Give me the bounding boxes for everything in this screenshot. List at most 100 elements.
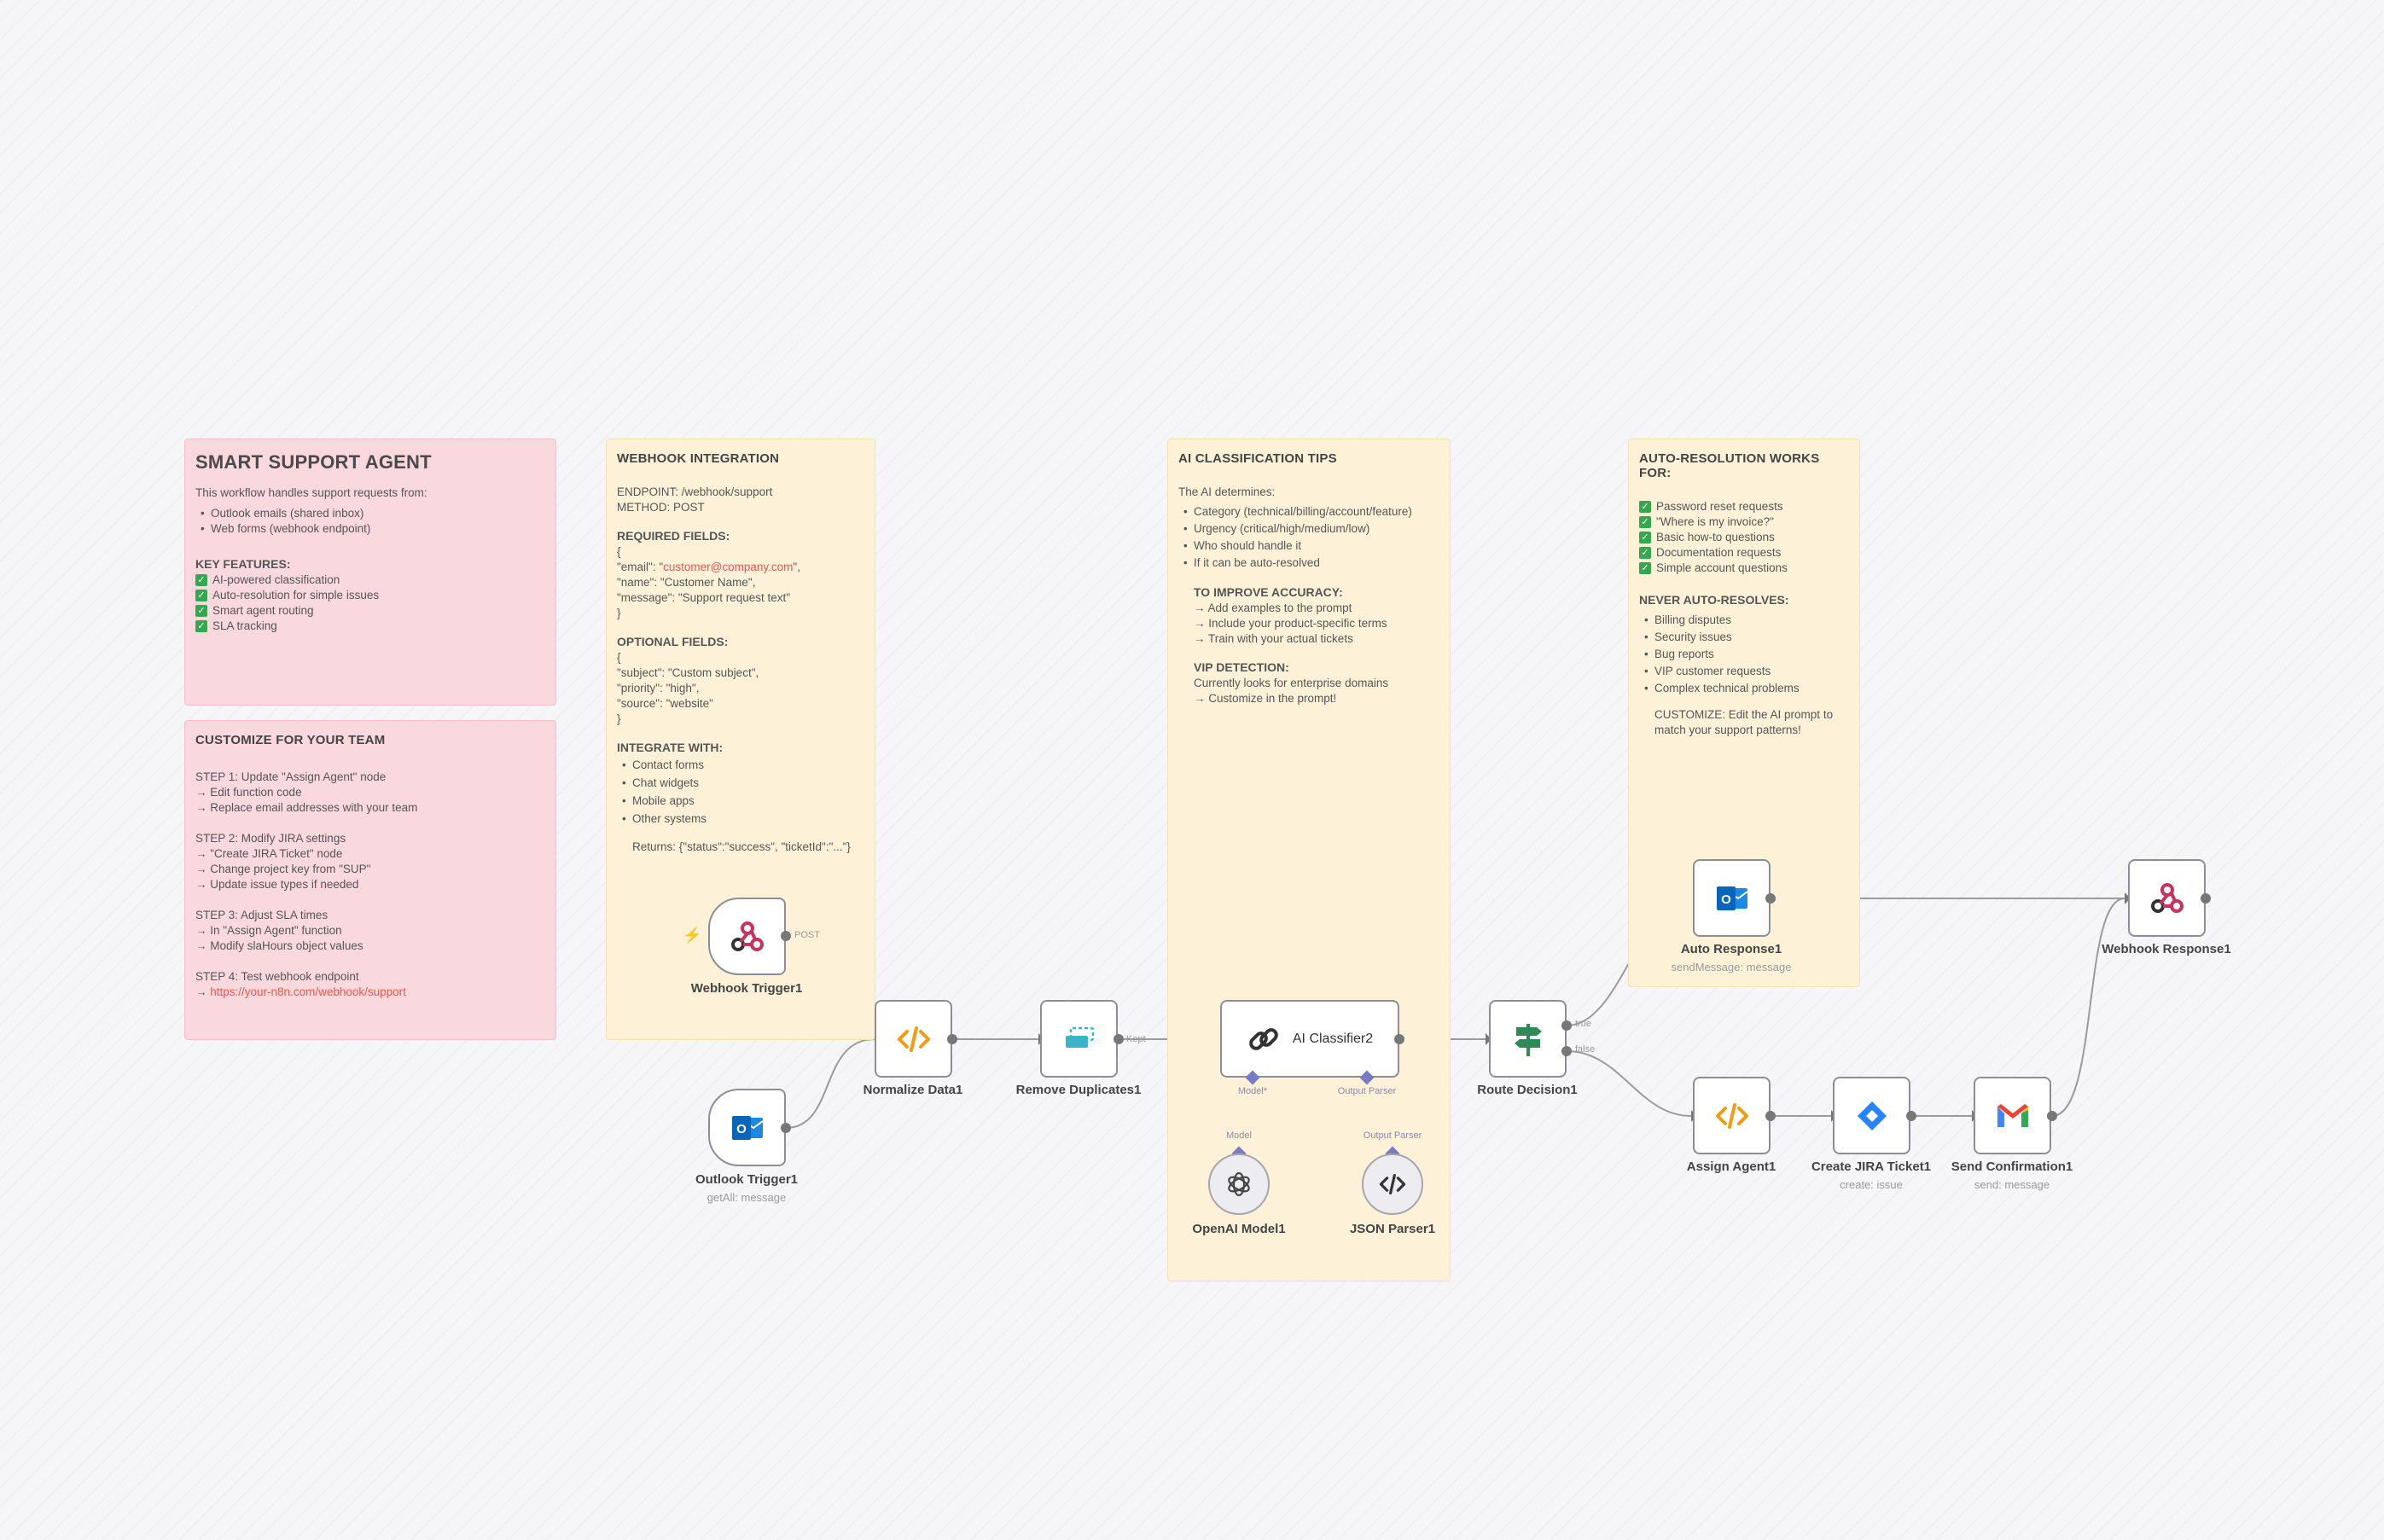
sticky-text: → Include your product-specific terms xyxy=(1194,617,1387,630)
port-label: false xyxy=(1575,1044,1596,1055)
checked-list-item: Basic how-to questions xyxy=(1639,530,1849,545)
sticky-text xyxy=(195,892,545,908)
output-port[interactable] xyxy=(781,1123,791,1133)
sticky-text: → Add examples to the prompt xyxy=(1194,601,1352,614)
node-openai-model[interactable] xyxy=(1208,1154,1270,1215)
node-subtitle: create: issue xyxy=(1840,1178,1903,1191)
checked-list-item: "Where is my invoice?" xyxy=(1639,514,1849,530)
output-port[interactable] xyxy=(947,1034,957,1044)
sticky-text: STEP 1: Update "Assign Agent" node xyxy=(195,770,387,783)
signpost-icon xyxy=(1514,1023,1542,1056)
remove-duplicates-icon xyxy=(1065,1026,1094,1048)
code-line: { xyxy=(617,651,621,664)
sticky-text: → "Create JIRA Ticket" node xyxy=(195,847,343,860)
list-item: Complex technical problems xyxy=(1639,680,1849,697)
section-heading: OPTIONAL FIELDS: xyxy=(617,635,729,648)
outlook-icon: O xyxy=(1716,886,1748,910)
list-item: Outlook emails (shared inbox) xyxy=(195,506,545,521)
sticky-title: SMART SUPPORT AGENT xyxy=(195,451,432,473)
output-port[interactable] xyxy=(2047,1111,2057,1121)
node-remove-duplicates[interactable] xyxy=(1040,1000,1118,1078)
node-normalize-data[interactable] xyxy=(875,1000,952,1078)
sticky-text: → Edit function code xyxy=(195,786,302,799)
section-heading: NEVER AUTO-RESOLVES: xyxy=(1639,593,1789,607)
node-route-decision[interactable] xyxy=(1489,1000,1567,1078)
webhook-url-link[interactable]: https://your-n8n.com/webhook/support xyxy=(210,985,406,998)
link-chain-icon xyxy=(1249,1027,1278,1050)
sticky-text: Returns: {"status":"success", "ticketId"… xyxy=(632,840,851,853)
sticky-text xyxy=(195,954,545,969)
section-heading: REQUIRED FIELDS: xyxy=(617,529,730,543)
checked-list-item: SLA tracking xyxy=(195,619,545,634)
node-outlook-trigger[interactable]: O xyxy=(708,1089,786,1166)
code-line: "source": "website" xyxy=(617,697,713,710)
list-item: Urgency (critical/high/medium/low) xyxy=(1178,520,1439,538)
node-ai-classifier[interactable]: AI Classifier2 xyxy=(1220,1000,1399,1078)
output-port-false[interactable] xyxy=(1561,1046,1572,1056)
output-port[interactable] xyxy=(1906,1111,1916,1121)
sticky-note-overview[interactable]: SMART SUPPORT AGENT This workflow handle… xyxy=(184,439,556,706)
sticky-text: CUSTOMIZE: Edit the AI prompt to xyxy=(1654,708,1834,721)
output-port[interactable] xyxy=(781,931,791,941)
list-item: Security issues xyxy=(1639,629,1849,646)
port-label: Output Parser xyxy=(1363,1130,1422,1141)
code-icon xyxy=(1379,1174,1406,1194)
sticky-text: → Modify slaHours object values xyxy=(195,939,363,952)
node-label: Create JIRA Ticket1 xyxy=(1811,1159,1932,1174)
node-label: Send Confirmation1 xyxy=(1951,1159,2073,1174)
node-webhook-response[interactable] xyxy=(2128,859,2206,937)
checked-list-item: Smart agent routing xyxy=(195,603,545,619)
sticky-note-ai-tips[interactable]: AI CLASSIFICATION TIPS The AI determines… xyxy=(1167,439,1451,1281)
sticky-text: → In "Assign Agent" function xyxy=(195,924,342,937)
node-webhook-trigger[interactable] xyxy=(708,898,786,975)
port-label: Output Parser xyxy=(1337,1086,1397,1096)
outlook-icon: O xyxy=(731,1115,764,1140)
section-heading: INTEGRATE WITH: xyxy=(617,741,724,754)
sticky-title: CUSTOMIZE FOR YOUR TEAM xyxy=(195,733,386,747)
output-port[interactable] xyxy=(2201,893,2211,904)
webhook-icon xyxy=(2150,882,2183,913)
sticky-title: WEBHOOK INTEGRATION xyxy=(617,451,780,466)
sticky-text: → https://your-n8n.com/webhook/support xyxy=(195,985,545,1000)
code-icon xyxy=(897,1026,930,1052)
code-line: "email": "customer@company.com", xyxy=(617,561,800,573)
output-port[interactable] xyxy=(1765,893,1776,904)
wire-route-assign xyxy=(1566,1050,1692,1117)
svg-text:O: O xyxy=(736,1122,747,1136)
section-heading: TO IMPROVE ACCURACY: xyxy=(1194,585,1343,599)
sticky-text: → Customize in the prompt! xyxy=(1194,692,1337,705)
code-line: { xyxy=(617,545,621,558)
node-create-jira-ticket[interactable] xyxy=(1833,1077,1910,1154)
node-json-parser[interactable] xyxy=(1362,1154,1423,1215)
node-auto-response[interactable]: O xyxy=(1693,859,1771,937)
output-port[interactable] xyxy=(1114,1034,1124,1044)
node-subtitle: getAll: message xyxy=(706,1191,787,1204)
section-heading: VIP DETECTION: xyxy=(1194,660,1289,674)
node-assign-agent[interactable] xyxy=(1693,1077,1771,1154)
port-label: POST xyxy=(794,930,820,940)
port-label: true xyxy=(1575,1019,1591,1029)
sticky-text: Currently looks for enterprise domains xyxy=(1194,677,1389,689)
email-link[interactable]: customer@company.com xyxy=(663,561,793,573)
sticky-note-customize[interactable]: CUSTOMIZE FOR YOUR TEAM STEP 1: Update "… xyxy=(184,720,556,1040)
list-item: Category (technical/billing/account/feat… xyxy=(1178,503,1439,520)
code-icon xyxy=(1715,1102,1748,1129)
output-port-true[interactable] xyxy=(1561,1020,1572,1031)
code-line: "subject": "Custom subject", xyxy=(617,666,759,679)
jira-icon xyxy=(1857,1101,1887,1130)
output-port[interactable] xyxy=(1394,1034,1404,1044)
checked-list-item: Simple account questions xyxy=(1639,561,1849,576)
code-line: "message": "Support request text" xyxy=(617,591,791,604)
list-item: If it can be auto-resolved xyxy=(1178,555,1439,572)
sticky-text: → Change project key from "SUP" xyxy=(195,863,371,875)
output-port[interactable] xyxy=(1765,1111,1776,1121)
checked-list-item: Password reset requests xyxy=(1639,499,1849,514)
sticky-text: → Update issue types if needed xyxy=(195,878,359,891)
node-label: Normalize Data1 xyxy=(863,1083,963,1097)
arrow-prefix: → xyxy=(195,985,211,998)
sticky-text: STEP 3: Adjust SLA times xyxy=(195,909,329,921)
wire-outlook-normalize xyxy=(785,1038,875,1129)
node-label: AI Classifier2 xyxy=(1292,1031,1374,1046)
sticky-text xyxy=(195,816,545,831)
node-send-confirmation[interactable] xyxy=(1974,1077,2051,1154)
